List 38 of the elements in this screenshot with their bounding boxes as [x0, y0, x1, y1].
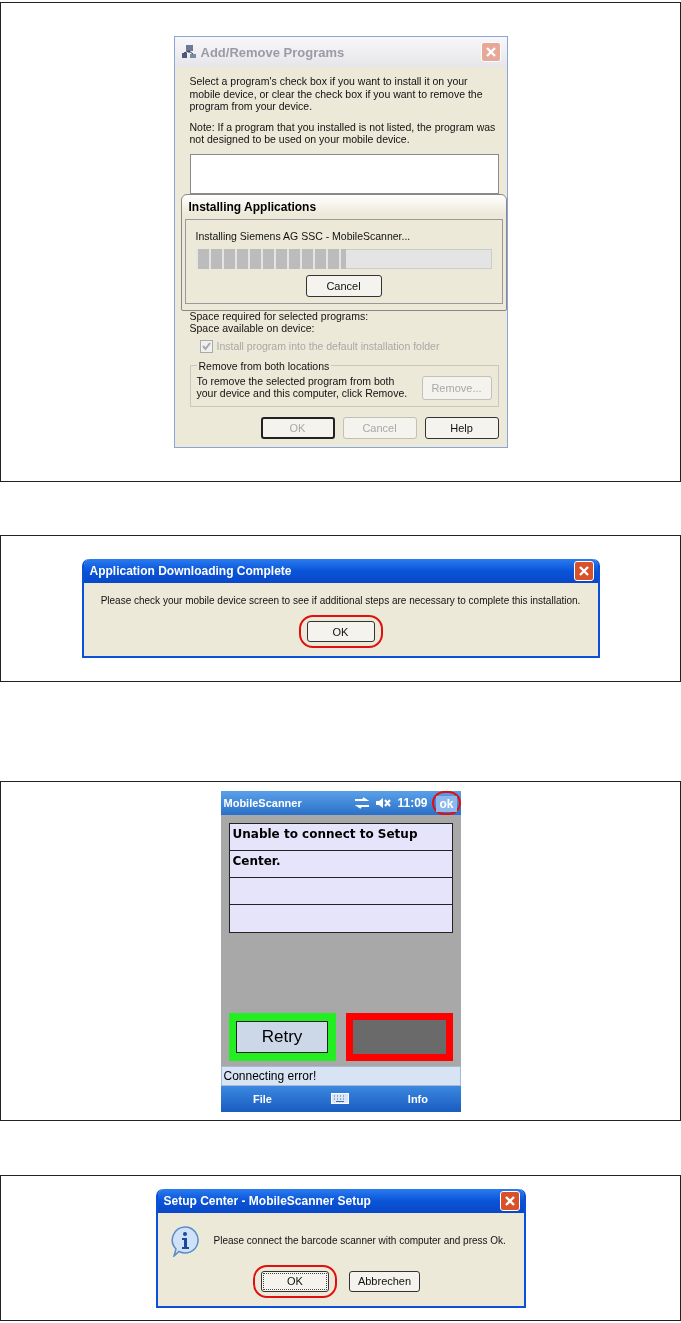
computer-icon [180, 44, 197, 61]
group-title: Remove from both locations [196, 360, 332, 373]
close-button[interactable] [573, 561, 594, 581]
message-text: Please check your mobile device screen to see if additional steps are necessary to complete this installation. [99, 595, 582, 607]
close-icon [503, 1194, 516, 1207]
close-icon [484, 46, 497, 59]
clock-time: 11:09 [397, 795, 428, 810]
info-icon [169, 1224, 200, 1257]
connection-icon [354, 796, 371, 809]
help-button[interactable]: Help [424, 416, 499, 439]
app-title: MobileScanner [223, 796, 303, 809]
note-text: Note: If a program that you installed is not listed, the program was not designed to be used on your mobile device. [189, 120, 497, 146]
status-text: Connecting error! [220, 1065, 461, 1086]
instruction-text: Select a program's check box if you want to install it on your mobile device, or clear the check box if you want to remove the program from your device. [189, 75, 484, 113]
list-row: Center. [229, 850, 452, 878]
window-title: Application Downloading Complete [89, 564, 293, 578]
keyboard-icon[interactable] [330, 1093, 349, 1104]
program-list[interactable] [189, 154, 499, 194]
window-title: Setup Center - MobileScanner Setup [163, 1193, 372, 1208]
cancel-button[interactable]: Cancel [305, 274, 382, 297]
list-row: Unable to connect to Setup [229, 823, 452, 851]
info-menu[interactable]: Info [401, 1091, 434, 1106]
status-message: Installing Siemens AG SSC - MobileScanner... [195, 230, 412, 243]
remove-instruction: To remove the selected program from both your device and this computer, click Remove. [196, 374, 409, 400]
dialog-title: Installing Applications [187, 199, 318, 216]
ok-button[interactable]: OK [260, 1270, 329, 1292]
file-menu[interactable]: File [246, 1091, 278, 1106]
retry-button[interactable]: Retry [236, 1020, 328, 1053]
space-required-label: Space required for selected programs: [189, 311, 370, 322]
cancel-button[interactable]: Abbrechen [348, 1270, 421, 1292]
checkbox-label: Install program into the default installation folder [216, 340, 440, 353]
message-text: Please connect the barcode scanner with computer and press Ok. [213, 1234, 506, 1247]
ok-button[interactable]: OK [306, 621, 375, 642]
close-button[interactable] [499, 1190, 520, 1211]
window-title: Add/Remove Programs [200, 44, 346, 60]
speaker-muted-icon [375, 796, 393, 809]
close-icon [577, 565, 590, 577]
space-available-label: Space available on device: [189, 321, 316, 335]
